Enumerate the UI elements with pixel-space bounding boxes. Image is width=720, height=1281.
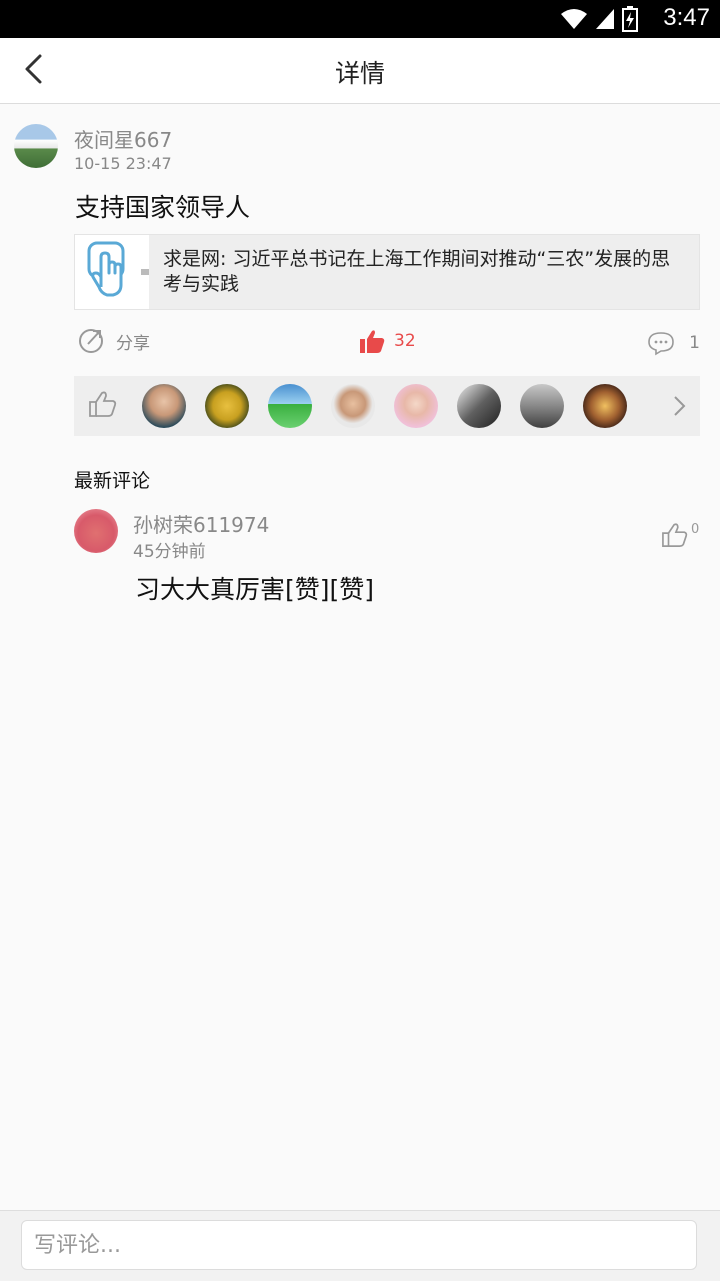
comment-time: 45分钟前 xyxy=(133,542,206,562)
signal-icon xyxy=(596,9,614,29)
battery-icon xyxy=(622,6,638,32)
avatar[interactable] xyxy=(14,124,58,168)
tap-hand-icon xyxy=(87,241,149,297)
thumbs-up-outline-icon xyxy=(662,523,688,547)
thumbs-up-icon xyxy=(360,330,385,353)
link-card[interactable]: 求是网: 习近平总书记在上海工作期间对推动“三农”发展的思考与实践 xyxy=(74,234,700,310)
liker-avatar[interactable] xyxy=(205,384,249,428)
comment-input[interactable] xyxy=(21,1220,697,1270)
liker-avatar[interactable] xyxy=(268,384,312,428)
page-title: 详情 xyxy=(334,59,385,88)
post-username[interactable]: 夜间星667 xyxy=(74,124,172,153)
comment-like-count: 0 xyxy=(691,522,700,537)
link-title: 求是网: 习近平总书记在上海工作期间对推动“三农”发展的思考与实践 xyxy=(163,248,671,295)
like-count: 32 xyxy=(394,331,416,351)
comment-count: 1 xyxy=(689,333,700,353)
liker-avatar[interactable] xyxy=(394,384,438,428)
post-time: 10-15 23:47 xyxy=(74,154,172,173)
like-button[interactable]: 32 xyxy=(358,328,416,354)
likers-bar[interactable] xyxy=(74,376,700,436)
liker-avatar[interactable] xyxy=(331,384,375,428)
liker-avatar[interactable] xyxy=(520,384,564,428)
latest-comments-heading: 最新评论 xyxy=(74,470,151,492)
comment-like-button[interactable]: 0 xyxy=(661,522,699,548)
share-button[interactable]: 分享 xyxy=(78,328,150,354)
comment-avatar[interactable] xyxy=(74,509,118,553)
wifi-icon xyxy=(561,9,587,29)
comment-button[interactable]: 1 xyxy=(647,330,700,356)
status-icons xyxy=(560,6,638,32)
link-thumbnail xyxy=(75,235,149,309)
status-bar: 3:47 xyxy=(0,0,720,38)
top-bar: 详情 xyxy=(0,38,720,104)
chevron-right-icon xyxy=(674,396,686,416)
comment-text: 习大大真厉害[赞][赞] xyxy=(135,575,375,604)
comment-bar xyxy=(0,1210,720,1281)
liker-avatar[interactable] xyxy=(457,384,501,428)
liker-avatar[interactable] xyxy=(583,384,627,428)
thumbs-up-outline-icon xyxy=(89,391,117,417)
comment-bubble-icon xyxy=(648,332,674,356)
share-label: 分享 xyxy=(116,333,150,354)
comment-username[interactable]: 孙树荣611974 xyxy=(133,509,269,538)
liker-avatar[interactable] xyxy=(142,384,186,428)
share-icon xyxy=(79,329,103,353)
post-actions: 分享 32 1 xyxy=(74,326,700,362)
status-time: 3:47 xyxy=(663,4,710,31)
post-text: 支持国家领导人 xyxy=(75,193,251,222)
